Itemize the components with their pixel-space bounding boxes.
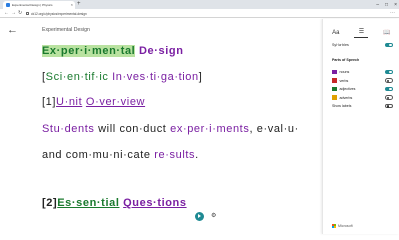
reading-preferences-icon[interactable]: 📖 <box>380 29 394 38</box>
pos-label: verbs <box>339 78 349 83</box>
tab-close-icon[interactable]: × <box>71 3 73 7</box>
syllables-toggle[interactable] <box>385 42 393 48</box>
browser-titlebar: Experimental Design | Physics × + – □ × <box>0 0 399 9</box>
playback-controls: ⚙ <box>195 212 216 221</box>
word-noun[interactable]: Stu·dents <box>42 123 94 135</box>
color-swatch <box>332 69 337 75</box>
close-window-icon[interactable]: × <box>394 2 397 8</box>
pos-label: adjectives <box>339 87 356 91</box>
window-controls: – □ × <box>376 0 397 9</box>
address-bar: ← → ↻ ck12.org/c/physics/experimental-de… <box>0 9 399 18</box>
play-icon[interactable] <box>195 212 204 221</box>
show-labels-row: Show labels <box>332 103 393 109</box>
word-adj[interactable]: Es·sen·tial <box>57 197 119 209</box>
maximize-icon[interactable]: □ <box>385 2 388 8</box>
document-title: Experimental Design <box>42 27 90 33</box>
options-panel: Aa ☰ 📖 Syl·la·bles Parts of Speech nouns… <box>322 19 399 234</box>
word-plain: ] <box>198 71 203 83</box>
microsoft-logo-icon <box>332 224 336 228</box>
url-text: ck12.org/c/physics/experimental-design <box>31 11 87 16</box>
word-plain: will con·duct <box>94 123 171 135</box>
panel-tabs: Aa ☰ 📖 <box>323 27 399 39</box>
word-plain: and com·mu·ni·cate <box>42 149 155 161</box>
word-plain: [2] <box>42 197 58 209</box>
minimize-icon[interactable]: – <box>376 2 379 8</box>
reader-line-body-2: and com·mu·ni·cate re·sults. <box>42 149 199 161</box>
reader-line-title: Ex·per·i·men·tal De·sign <box>42 45 184 57</box>
syllables-row: Syl·la·bles <box>332 42 393 48</box>
lock-icon <box>26 12 29 15</box>
reader-line-body-1: Stu·dents will con·duct ex·per·i·ments, … <box>42 123 299 135</box>
text-preferences-icon[interactable]: Aa <box>329 29 343 38</box>
favicon-icon <box>6 3 10 7</box>
color-swatch <box>332 78 337 83</box>
word-noun[interactable]: Ques·tions <box>123 197 186 209</box>
word-adj[interactable]: Ex·per·i·men·tal <box>42 45 136 57</box>
color-swatch <box>332 86 337 92</box>
browser-menu-icon[interactable]: ⋯ <box>390 10 395 17</box>
pos-row-nouns: nouns <box>332 69 393 75</box>
browser-tab[interactable]: Experimental Design | Physics × <box>3 1 75 9</box>
parts-of-speech-heading-row: Parts of Speech <box>332 57 393 63</box>
syllables-label: Syl·la·bles <box>332 43 349 47</box>
word-plain: , e·val·u· <box>249 123 299 135</box>
adjectives-toggle[interactable] <box>385 86 393 92</box>
verbs-toggle[interactable] <box>385 78 393 83</box>
word-noun[interactable]: O·ver·view <box>86 96 145 108</box>
show-labels-toggle[interactable] <box>385 103 393 109</box>
word-noun[interactable]: re·sults <box>154 149 195 161</box>
word-plain: [1] <box>42 96 57 108</box>
pos-row-verbs: verbs <box>332 78 393 84</box>
reader-content: ← Experimental Design Ex·per·i·men·tal D… <box>0 19 322 234</box>
parts-of-speech-heading: Parts of Speech <box>332 58 360 62</box>
word-plain: . <box>195 149 199 161</box>
brand: Microsoft <box>332 224 353 228</box>
nouns-toggle[interactable] <box>385 69 393 75</box>
pos-row-adverbs: adverbs <box>332 95 393 101</box>
word-noun[interactable]: U·nit <box>56 96 82 108</box>
grammar-options-icon[interactable]: ☰ <box>354 28 369 38</box>
tab-title: Experimental Design | Physics <box>12 3 53 7</box>
brand-label: Microsoft <box>338 224 353 228</box>
adverbs-toggle[interactable] <box>385 95 393 100</box>
pos-label: nouns <box>339 70 350 74</box>
reader-line-subtitle: [Sci·en·tif·ic In·ves·ti·ga·tion] <box>42 71 202 83</box>
url-field[interactable]: ck12.org/c/physics/experimental-design <box>26 10 87 17</box>
voice-settings-icon[interactable]: ⚙ <box>211 212 216 221</box>
pos-label: adverbs <box>339 95 353 100</box>
word-noun[interactable]: In·ves·ti·ga·tion <box>112 71 199 83</box>
reader-line-heading-1: [1]U·nit O·ver·view <box>42 96 145 108</box>
browser-forward-icon[interactable]: → <box>11 10 16 17</box>
reload-icon[interactable]: ↻ <box>18 10 22 17</box>
word-noun[interactable]: De·sign <box>139 45 184 57</box>
pos-row-adjectives: adjectives <box>332 86 393 92</box>
reader-back-icon[interactable]: ← <box>7 24 18 36</box>
browser-back-icon[interactable]: ← <box>4 10 9 17</box>
word-adj[interactable]: Sci·en·tif·ic <box>46 71 109 83</box>
word-noun[interactable]: ex·per·i·ments <box>170 123 249 135</box>
reader-line-heading-2: [2]Es·sen·tial Ques·tions <box>42 197 187 209</box>
new-tab-button[interactable]: + <box>77 1 81 8</box>
color-swatch <box>332 95 337 100</box>
show-labels-label: Show labels <box>332 104 352 108</box>
